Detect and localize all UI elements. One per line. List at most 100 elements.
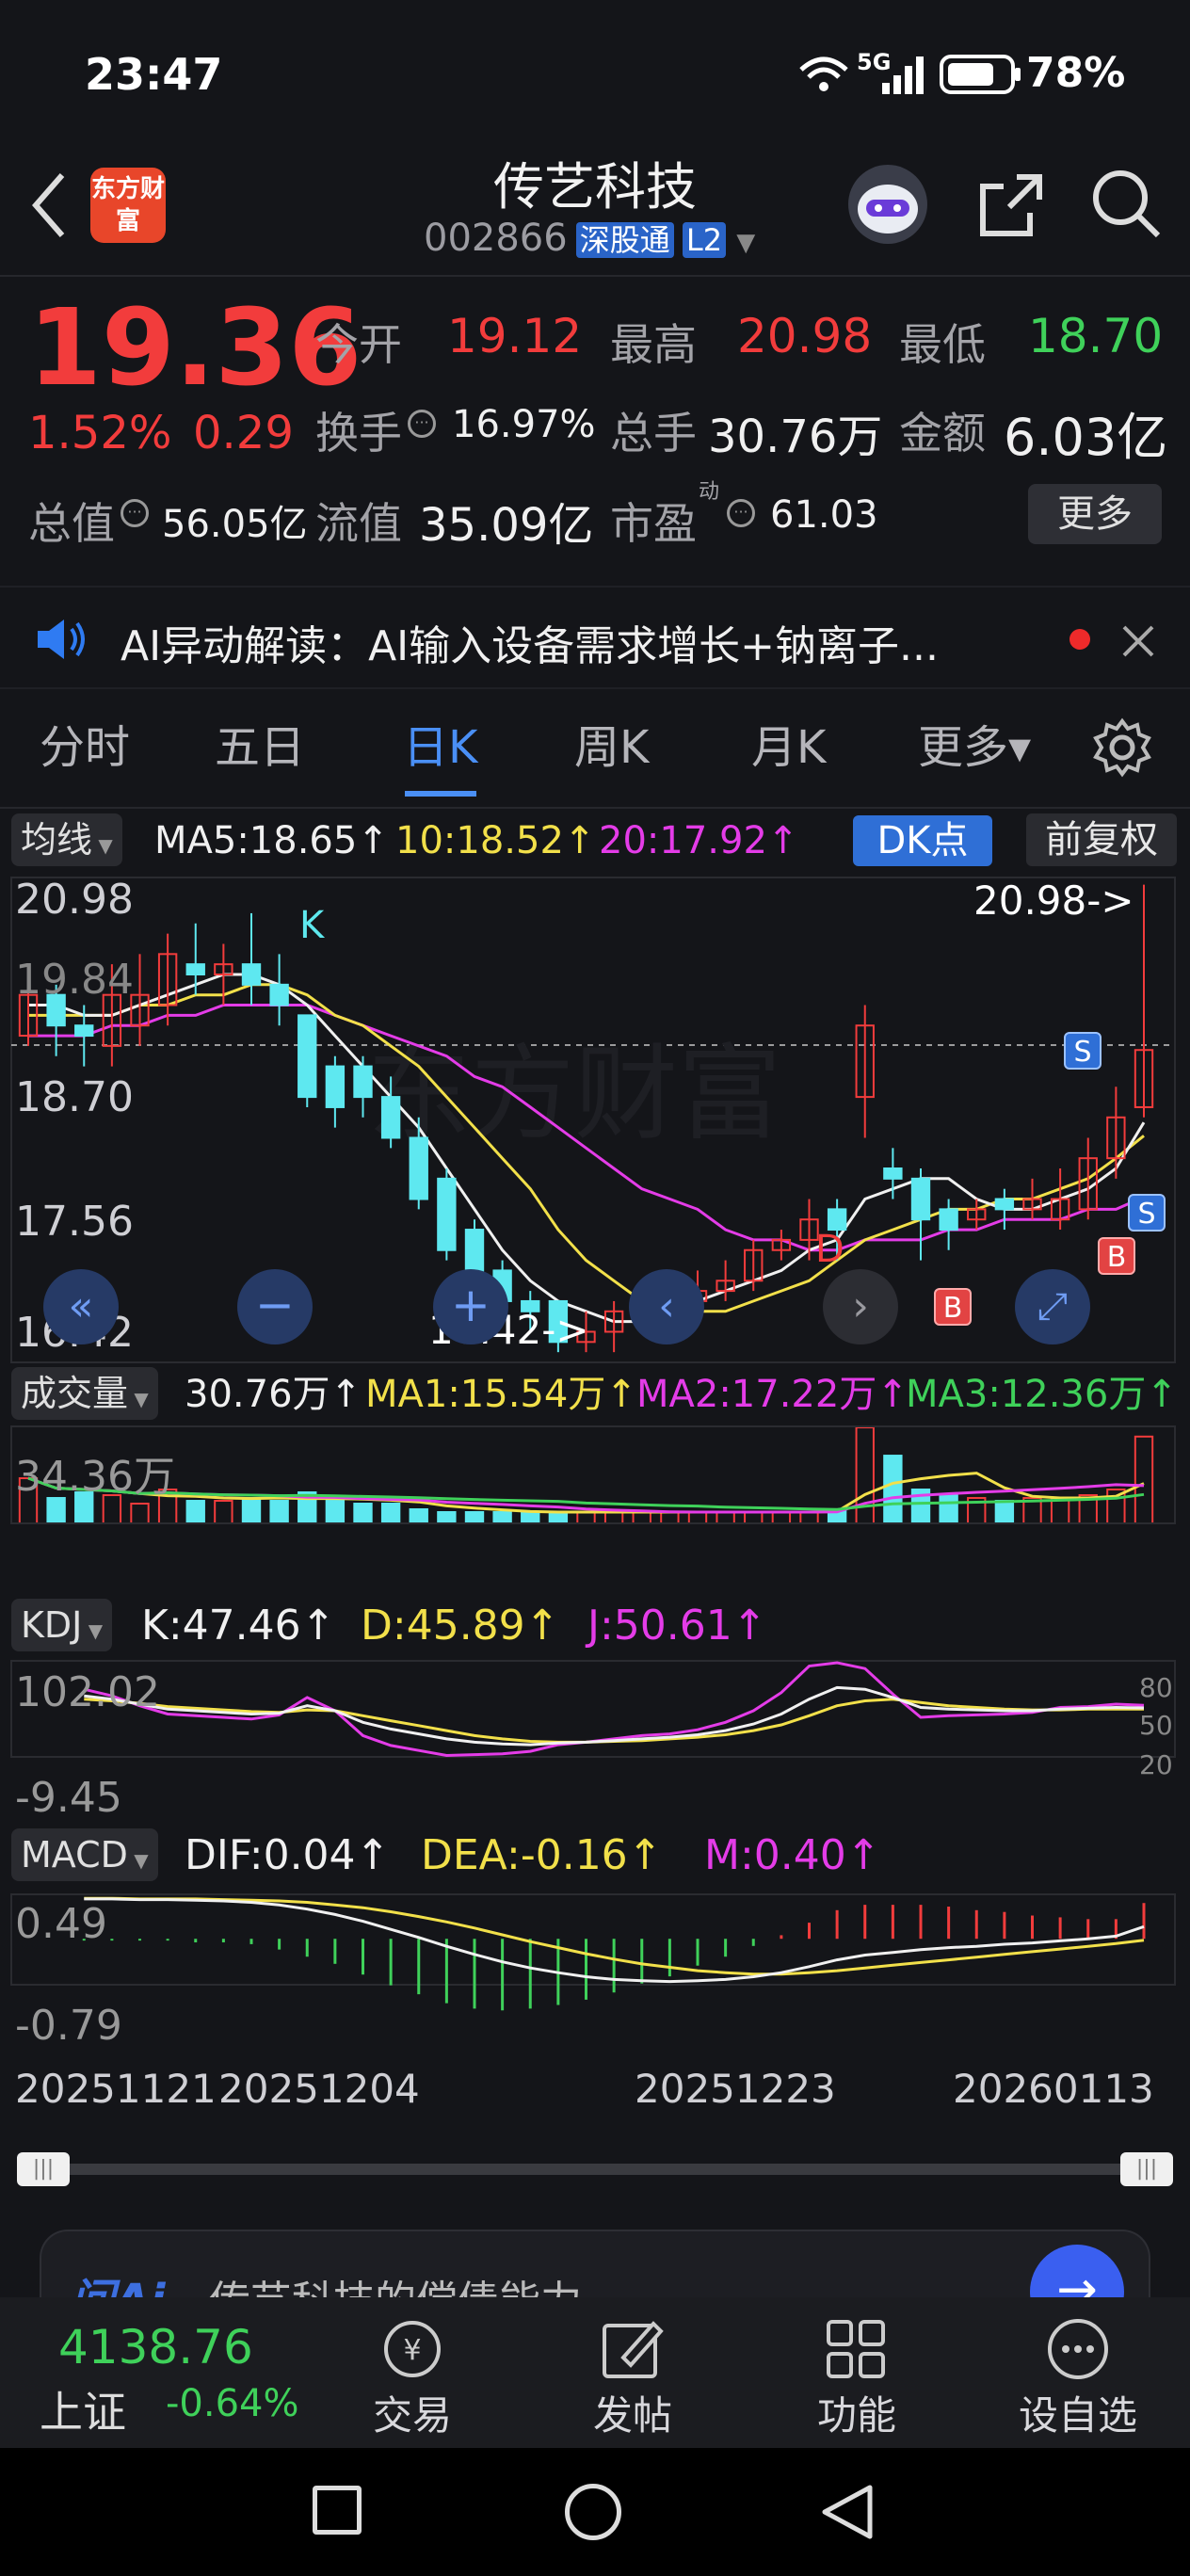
index-name: 上证 bbox=[40, 2387, 126, 2438]
low-label: 最低 bbox=[899, 319, 986, 370]
volume-bar bbox=[409, 1508, 428, 1525]
home-icon[interactable] bbox=[565, 2484, 621, 2540]
more-button[interactable]: 更多 bbox=[1028, 484, 1162, 544]
functions-icon[interactable] bbox=[823, 2316, 889, 2386]
zoom-out-button[interactable]: − bbox=[237, 1269, 313, 1344]
fullscreen-button[interactable]: ⤢ bbox=[1015, 1269, 1090, 1344]
scroll-left-button[interactable]: « bbox=[43, 1269, 119, 1344]
recent-apps-icon[interactable] bbox=[313, 2486, 362, 2535]
volume-bar bbox=[632, 1511, 651, 1525]
low-value: 18.70 bbox=[1028, 309, 1164, 363]
range-handle-right[interactable]: ||| bbox=[1120, 2152, 1173, 2186]
tab-monthly-k[interactable]: 月K bbox=[751, 689, 826, 807]
candle-body bbox=[883, 1167, 903, 1180]
volume-bar bbox=[437, 1511, 457, 1525]
price-tick-4: 17.56 bbox=[15, 1198, 134, 1246]
mktcap-value: 56.05亿 bbox=[162, 503, 308, 546]
volume-bar bbox=[855, 1426, 875, 1524]
tab-five-day[interactable]: 五日 bbox=[215, 689, 305, 807]
sell-signal[interactable]: S bbox=[1128, 1194, 1166, 1232]
prev-button[interactable]: ‹ bbox=[629, 1269, 704, 1344]
active-tab-indicator bbox=[405, 791, 476, 797]
buy-signal[interactable]: B bbox=[934, 1288, 972, 1326]
dk-point-button[interactable]: DK点 bbox=[853, 815, 992, 866]
range-handle-left[interactable]: ||| bbox=[17, 2152, 70, 2186]
macd-dif: DIF:0.04↑ bbox=[185, 1831, 391, 1879]
macd-selector[interactable]: MACD ▼ bbox=[11, 1828, 158, 1881]
post-icon[interactable] bbox=[599, 2316, 665, 2386]
volume-bar bbox=[492, 1511, 512, 1525]
search-icon[interactable] bbox=[1088, 166, 1164, 245]
volume-value: 30.76万 bbox=[708, 411, 883, 463]
adjust-button[interactable]: 前复权 bbox=[1026, 813, 1177, 866]
gear-icon[interactable] bbox=[1092, 717, 1152, 781]
macd-selector-label: MACD bbox=[21, 1834, 128, 1876]
macd-lines bbox=[82, 1896, 1146, 2011]
nav-watchlist-label[interactable]: 设自选 bbox=[984, 2384, 1172, 2441]
volume-bar bbox=[380, 1503, 401, 1524]
nav-functions-label[interactable]: 功能 bbox=[763, 2384, 951, 2441]
chevron-down-icon: ▼ bbox=[127, 1849, 149, 1872]
volume-bar bbox=[241, 1497, 262, 1524]
nav-trade-label[interactable]: 交易 bbox=[318, 2384, 507, 2441]
amount-label: 金额 bbox=[899, 408, 986, 459]
ai-question-card[interactable]: 问Ai 传艺科技的偿债能力 → bbox=[40, 2230, 1150, 2297]
volume-selector-label: 成交量 bbox=[21, 1373, 129, 1414]
tab-daily-k[interactable]: 日K bbox=[403, 689, 477, 807]
connect-tag: 深股通 bbox=[575, 222, 674, 258]
sell-signal[interactable]: S bbox=[1064, 1032, 1102, 1070]
high-label: 最高 bbox=[610, 319, 697, 370]
ai-banner[interactable]: AI异动解读：AI输入设备需求增长+钠离子... bbox=[0, 586, 1190, 689]
volume-bar bbox=[716, 1511, 735, 1525]
info-icon[interactable]: ··· bbox=[408, 410, 436, 438]
volume-ma2: MA2:17.22万↑ bbox=[636, 1373, 909, 1416]
index-value[interactable]: 4138.76 bbox=[58, 2320, 253, 2375]
tab-intraday[interactable]: 分时 bbox=[40, 689, 130, 807]
tab-more[interactable]: 更多▾ bbox=[918, 689, 1031, 807]
zoom-in-button[interactable]: + bbox=[433, 1269, 508, 1344]
trade-icon[interactable]: ¥ bbox=[377, 2316, 448, 2386]
change-percent: 1.52% bbox=[28, 407, 172, 459]
robot-avatar-icon[interactable] bbox=[845, 162, 930, 250]
volume-bar bbox=[269, 1500, 289, 1524]
status-time: 23:47 bbox=[85, 49, 223, 100]
arrow-right-icon[interactable]: → bbox=[1030, 2245, 1124, 2297]
info-icon[interactable]: ··· bbox=[727, 499, 755, 527]
macd-axis-max: 0.49 bbox=[15, 1900, 107, 1948]
back-nav-icon[interactable] bbox=[819, 2482, 876, 2546]
share-icon[interactable] bbox=[975, 169, 1047, 245]
chevron-down-icon: ▼ bbox=[128, 1388, 149, 1410]
kline-chart-area[interactable]: 东方财富 bbox=[0, 876, 1190, 2137]
volume-selector[interactable]: 成交量 ▼ bbox=[11, 1367, 158, 1420]
range-slider[interactable] bbox=[19, 2164, 1171, 2175]
k-pattern-label: K bbox=[299, 904, 325, 947]
open-value: 19.12 bbox=[447, 309, 583, 363]
watchlist-icon[interactable] bbox=[1045, 2316, 1111, 2386]
stock-code-row[interactable]: 002866 深股通 L2 ▼ bbox=[424, 217, 755, 264]
high-value: 20.98 bbox=[737, 309, 873, 363]
volume-label: 总手 bbox=[610, 408, 697, 459]
kdj-selector[interactable]: KDJ ▼ bbox=[11, 1599, 113, 1651]
stock-code: 002866 bbox=[424, 217, 568, 260]
ma-selector[interactable]: 均线 ▼ bbox=[11, 813, 122, 866]
volume-bar bbox=[603, 1511, 624, 1525]
candle-body bbox=[325, 1065, 346, 1108]
candle-body bbox=[74, 1024, 94, 1038]
ma5-value: MA5:18.65↑ bbox=[154, 819, 389, 862]
buy-signal[interactable]: B bbox=[1098, 1237, 1135, 1275]
kdj-axis-min: -9.45 bbox=[15, 1774, 122, 1822]
macd-panel-frame bbox=[10, 1893, 1176, 1986]
nav-post-label[interactable]: 发帖 bbox=[539, 2384, 727, 2441]
kdj-d: D:45.89↑ bbox=[361, 1602, 560, 1650]
macd-dea: DEA:-0.16↑ bbox=[421, 1831, 663, 1879]
turnover-value: 16.97% bbox=[452, 403, 596, 446]
kdj-axis-max: 102.02 bbox=[15, 1668, 160, 1716]
battery-percent: 78% bbox=[1026, 49, 1126, 97]
candle-body bbox=[910, 1177, 931, 1221]
ai-card-brand: 问Ai bbox=[70, 2263, 166, 2297]
tab-weekly-k[interactable]: 周K bbox=[574, 689, 649, 807]
next-button[interactable]: › bbox=[823, 1269, 898, 1344]
info-icon[interactable]: ··· bbox=[121, 499, 149, 527]
close-icon[interactable] bbox=[1120, 623, 1156, 663]
index-change: -0.64% bbox=[166, 2382, 299, 2425]
